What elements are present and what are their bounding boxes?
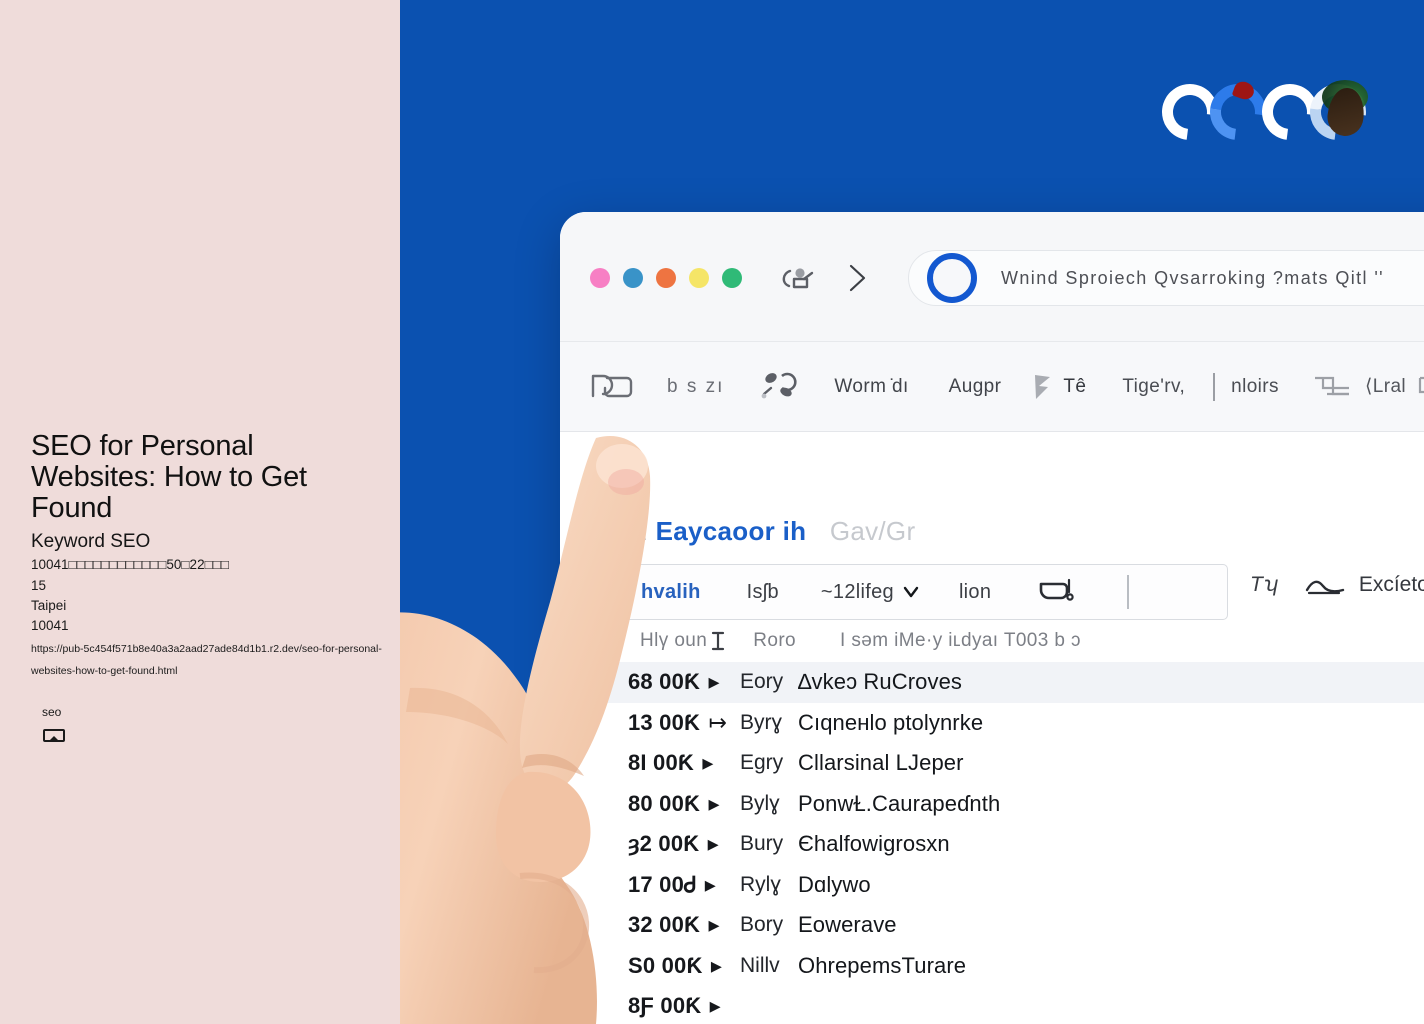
dot-pink-icon[interactable] (590, 268, 610, 288)
scissors-glyph-icon[interactable] (758, 370, 798, 404)
tag-label: seo (42, 705, 62, 719)
panel-glyph-icon[interactable] (1418, 374, 1424, 400)
dot-yellow-icon[interactable] (689, 268, 709, 288)
meta-zip: 10041 (31, 618, 69, 633)
brand-logo (1150, 72, 1378, 152)
meta-address: 10041□□□□□□□□□□□□50□22□□□ (31, 557, 230, 572)
cell-difficulty: Byrɣ (740, 710, 783, 734)
filter-right-item-3[interactable]: Excíetonı (1359, 573, 1424, 597)
cell-keyword: ∆vkeɔ RuCroves (798, 669, 963, 695)
filter-item-2[interactable]: Isʃb (747, 581, 779, 604)
dot-blue-icon[interactable] (623, 268, 643, 288)
toolbar-item-12[interactable]: ⟨Lral (1365, 375, 1406, 398)
cell-difficulty: Bylɣ (740, 791, 780, 815)
cell-difficulty: Bury (740, 832, 784, 856)
traffic-light-dots (590, 268, 742, 288)
filter-right-item-1[interactable]: Tʮ (1250, 573, 1279, 597)
meta-city: Taipei (31, 598, 67, 613)
toolbar-divider (1213, 372, 1216, 401)
wave-glyph-icon[interactable] (1305, 574, 1345, 596)
cell-difficulty: Eory (740, 670, 784, 694)
pointing-hand (400, 435, 651, 1024)
left-info-panel: SEO for Personal Websites: How to Get Fo… (0, 0, 400, 1024)
address-bar[interactable]: Wnind Sproiech Qvsarroking ?mats Qitl '' (908, 250, 1424, 306)
dot-green-icon[interactable] (722, 268, 742, 288)
cell-difficulty: Nillv (740, 953, 780, 977)
filter-item-3[interactable]: ~12lifeg (821, 581, 894, 604)
bracket-glyph-icon[interactable] (585, 370, 639, 404)
cell-keyword: Eowerave (798, 912, 897, 938)
toolbar-item-4[interactable]: Worm ̇dı (834, 376, 908, 398)
cell-difficulty: Bory (740, 913, 784, 937)
upload-box-icon (43, 729, 65, 742)
browser-toolbar: b s zı Worm ̇dı Augpr Tê Tige'rv, nloirs (560, 342, 1424, 432)
cell-keyword: Cıqneʜlo ptolynrke (798, 709, 984, 735)
toolbar-item-8[interactable]: Tige'rv, (1122, 376, 1185, 398)
table-glyph-icon[interactable] (1313, 372, 1359, 402)
site-circle-icon (927, 253, 977, 303)
dot-orange-icon[interactable] (656, 268, 676, 288)
source-url[interactable]: https://pub-5c454f571b8e40a3a2aad27ade84… (31, 638, 389, 682)
cell-difficulty: Egry (740, 751, 784, 775)
filter-item-5[interactable]: lion (959, 581, 991, 604)
cell-keyword: Єhalfowigrosxn (798, 831, 950, 857)
toolbar-item-7[interactable]: Tê (1063, 376, 1086, 398)
toolbar-item-5[interactable]: Augpr (949, 376, 1002, 398)
back-arrow-icon[interactable] (778, 264, 816, 292)
flag-glyph-icon[interactable] (1031, 372, 1055, 402)
filter-right-group: Tʮ Excíetonı (1250, 572, 1424, 598)
column-header-2[interactable]: Roro (753, 630, 796, 652)
cell-keyword: Cllarsinal LJeper (798, 750, 964, 776)
cell-difficulty: Rylɣ (740, 872, 781, 896)
cell-keyword: PonwⱢ.Caurapeɗnth (798, 790, 1001, 816)
browser-chrome-bar: Wnind Sproiech Qvsarroking ?mats Qitl '' (560, 212, 1424, 342)
page-title: SEO for Personal Websites: How to Get Fo… (31, 430, 307, 524)
cell-keyword: Dɑlywo (798, 871, 871, 897)
toolbar-item-10[interactable]: nloirs (1231, 376, 1279, 398)
column-header-3[interactable]: I səm iMe·y iʟdyaı T003 b ɔ (840, 630, 1081, 652)
chevron-right-icon[interactable] (843, 262, 871, 294)
chevron-down-icon[interactable] (903, 584, 919, 600)
cart-glyph-icon[interactable] (1037, 576, 1079, 608)
screenshot-root: SEO for Personal Websites: How to Get Fo… (0, 0, 1424, 1024)
filter-bar-divider (1127, 575, 1141, 609)
address-text[interactable]: Wnind Sproiech Qvsarroking ?mats Qitl '' (1001, 268, 1384, 289)
meta-number: 15 (31, 578, 47, 593)
blue-stage: Wnind Sproiech Qvsarroking ?mats Qitl ''… (400, 0, 1424, 1024)
cell-keyword: OhrepemsTurare (798, 952, 967, 978)
heading-part-c: Gav/Gr (829, 516, 916, 546)
keyword-label: Keyword SEO (31, 531, 151, 552)
toolbar-item-2[interactable]: b s zı (667, 376, 724, 398)
